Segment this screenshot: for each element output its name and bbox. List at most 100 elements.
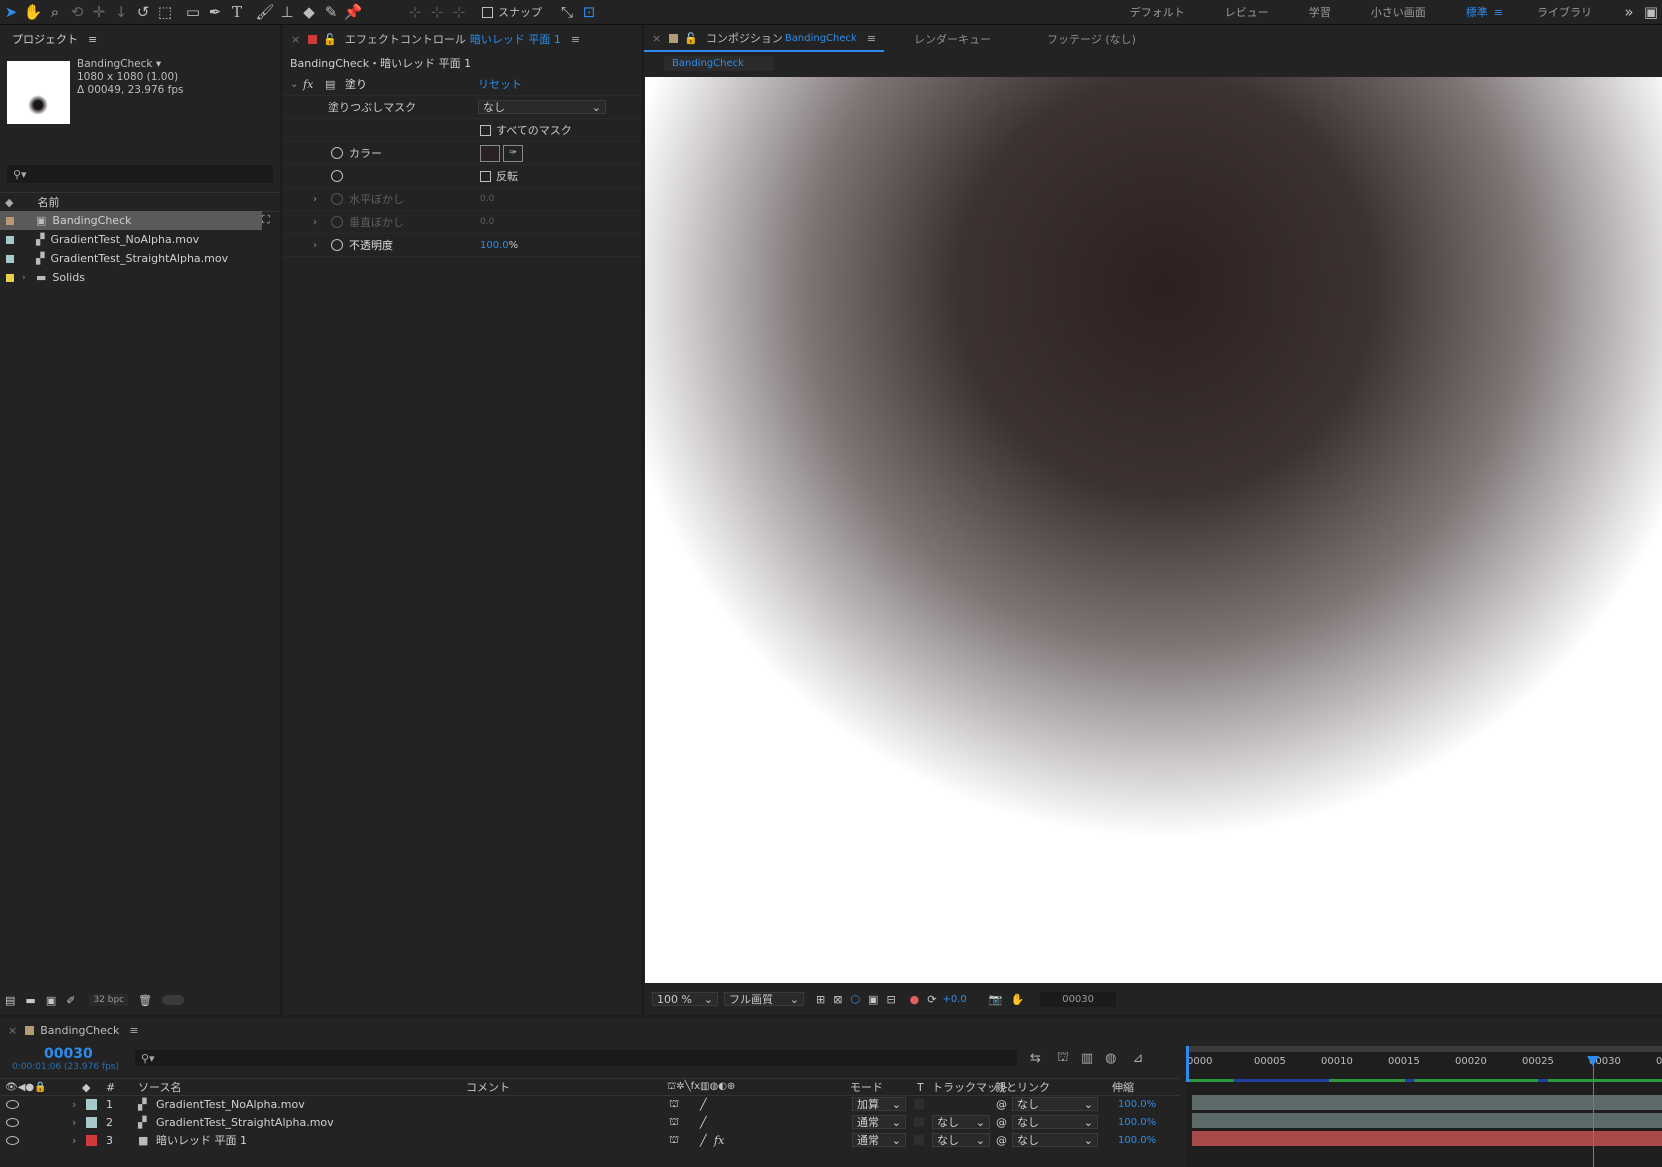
- reset-exposure-icon[interactable]: ⟳: [927, 993, 936, 1006]
- workspace-1[interactable]: レビュー: [1225, 4, 1269, 20]
- graph-editor-icon[interactable]: ⊿: [1133, 1051, 1144, 1066]
- opacity-value[interactable]: 100.0: [480, 240, 509, 251]
- layer-duration-bar[interactable]: [1192, 1113, 1662, 1128]
- layer-source-name[interactable]: 暗いレッド 平面 1: [156, 1132, 247, 1148]
- roto-brush-tool-icon[interactable]: ✎: [320, 1, 342, 23]
- snap-checkbox[interactable]: [482, 6, 493, 18]
- project-item[interactable]: › ▬ Solids: [0, 268, 262, 287]
- blend-mode-dropdown[interactable]: 通常 ⌄: [852, 1115, 906, 1129]
- label-column-icon[interactable]: ◆: [82, 1081, 90, 1094]
- close-tab-icon[interactable]: ×: [652, 32, 661, 45]
- eye-icon[interactable]: [6, 1117, 19, 1127]
- playhead-handle[interactable]: [1587, 1056, 1599, 1066]
- quality-switch-icon[interactable]: ╱: [700, 1098, 707, 1111]
- workspace-menu-icon[interactable]: ≡: [1494, 6, 1503, 19]
- close-tab-icon[interactable]: ×: [8, 1024, 17, 1037]
- panel-menu-icon[interactable]: ≡: [571, 33, 580, 46]
- layer-source-name[interactable]: GradientTest_NoAlpha.mov: [156, 1098, 305, 1111]
- layer-duration-bar[interactable]: [1192, 1131, 1662, 1146]
- region-of-interest-icon[interactable]: ▣: [868, 993, 878, 1006]
- rectangle-tool-icon[interactable]: ▭: [182, 1, 204, 23]
- color-swatch[interactable]: [480, 144, 500, 162]
- mask-path-icon[interactable]: ⬡: [850, 993, 860, 1006]
- layer-label-swatch[interactable]: [86, 1134, 97, 1146]
- stopwatch-icon[interactable]: [331, 170, 343, 182]
- label-color-swatch[interactable]: [6, 216, 14, 225]
- work-area-start[interactable]: [1186, 1046, 1189, 1082]
- twirl-closed-icon[interactable]: ›: [313, 240, 317, 251]
- project-item[interactable]: ▞ GradientTest_NoAlpha.mov: [0, 230, 262, 249]
- work-area-bar[interactable]: [1186, 1046, 1662, 1052]
- motion-blur-icon[interactable]: ◍: [1105, 1051, 1116, 1066]
- label-column-icon[interactable]: ◆: [5, 196, 13, 209]
- shy-layers-icon[interactable]: ⛫: [1057, 1050, 1069, 1067]
- exposure-value[interactable]: +0.0: [943, 994, 967, 1005]
- brush-tool-icon[interactable]: 🖌: [254, 1, 276, 23]
- snap-toggle[interactable]: スナップ: [482, 4, 542, 20]
- pick-whip-icon[interactable]: @: [996, 1098, 1007, 1111]
- source-name-header[interactable]: ソース名: [138, 1079, 181, 1095]
- frame-blending-icon[interactable]: ▥: [1081, 1051, 1093, 1066]
- invert-checkbox[interactable]: [480, 170, 491, 182]
- render-queue-tab[interactable]: レンダーキュー: [906, 25, 999, 53]
- twirl-closed-icon[interactable]: ›: [313, 194, 317, 205]
- eye-icon[interactable]: [6, 1099, 19, 1109]
- effect-controls-layer-name[interactable]: 暗いレッド 平面 1: [470, 31, 561, 47]
- track-matte-dropdown[interactable]: なし ⌄: [932, 1133, 990, 1147]
- delete-icon[interactable]: 🗑: [138, 994, 152, 1007]
- current-time-indicator[interactable]: [1593, 1056, 1594, 1167]
- viewer-timecode[interactable]: 00030: [1040, 991, 1117, 1007]
- twirl-closed-icon[interactable]: ›: [72, 1098, 76, 1111]
- project-search-input[interactable]: ⚲▾: [7, 165, 273, 183]
- layer-duration-bar[interactable]: [1192, 1095, 1662, 1110]
- transparency-grid-icon[interactable]: ⊠: [833, 993, 842, 1006]
- fast-preview-icon[interactable]: ⊞: [816, 993, 825, 1006]
- snapshot-icon[interactable]: 📷: [989, 993, 1003, 1006]
- label-color-swatch[interactable]: [6, 273, 14, 282]
- workspace-4[interactable]: 標準: [1466, 4, 1488, 20]
- layer-source-name[interactable]: GradientTest_StraightAlpha.mov: [156, 1116, 334, 1129]
- zoom-dropdown[interactable]: 100 % ⌄: [652, 992, 718, 1006]
- axis-local-icon[interactable]: ⊹: [404, 1, 426, 23]
- stretch-value[interactable]: 100.0%: [1118, 1099, 1156, 1110]
- selection-tool-icon[interactable]: ➤: [0, 1, 22, 23]
- pan-camera-icon[interactable]: ✛: [88, 1, 110, 23]
- twirl-closed-icon[interactable]: ›: [313, 217, 317, 228]
- current-time-display[interactable]: 00030: [44, 1046, 119, 1062]
- parent-dropdown[interactable]: なし ⌄: [1012, 1115, 1098, 1129]
- eye-icon[interactable]: [6, 1135, 19, 1145]
- show-snapshot-icon[interactable]: ✋: [1011, 993, 1025, 1006]
- type-tool-icon[interactable]: T: [226, 1, 248, 23]
- preserve-transparency-checkbox[interactable]: [914, 1099, 924, 1109]
- stopwatch-icon[interactable]: [331, 239, 343, 251]
- effect-header-row[interactable]: ⌄ fx ▤ 塗り リセット: [283, 73, 641, 96]
- label-color-swatch[interactable]: [6, 235, 14, 244]
- mode-header[interactable]: モード: [850, 1079, 883, 1095]
- comp-viewer[interactable]: [645, 77, 1662, 983]
- quality-switch-icon[interactable]: ╱: [700, 1116, 707, 1129]
- timeline-layer-row[interactable]: › 2 ▞ GradientTest_StraightAlpha.mov ⛫ ╱ 通常 ⌄ なし…: [0, 1113, 1180, 1131]
- stretch-value[interactable]: 100.0%: [1118, 1135, 1156, 1146]
- stopwatch-icon[interactable]: [331, 147, 343, 159]
- quality-dropdown[interactable]: フル画質 ⌄: [724, 992, 804, 1006]
- layer-label-swatch[interactable]: [86, 1116, 97, 1128]
- comp-mini-flowchart-icon[interactable]: ⇆: [1030, 1051, 1041, 1066]
- selected-item-name[interactable]: BandingCheck ▾: [77, 58, 184, 71]
- close-tab-icon[interactable]: ×: [291, 33, 300, 46]
- composition-tab[interactable]: × 🔓 コンポジション BandingCheck ≡: [644, 26, 885, 52]
- workspace-5[interactable]: ライブラリ: [1537, 4, 1592, 20]
- eraser-tool-icon[interactable]: ◆: [298, 1, 320, 23]
- stretch-header[interactable]: 伸縮: [1112, 1079, 1134, 1095]
- label-color-swatch[interactable]: [6, 254, 14, 263]
- lock-icon[interactable]: 🔓: [684, 32, 698, 45]
- timeline-layer-row[interactable]: › 3 ■ 暗いレッド 平面 1 ⛫ ╱ fx 通常 ⌄ なし ⌄ @ なし ⌄ 100.0%: [0, 1131, 1180, 1149]
- quality-switch-icon[interactable]: ╱: [700, 1134, 707, 1147]
- pick-whip-icon[interactable]: @: [996, 1134, 1007, 1147]
- shy-switch-icon[interactable]: ⛫: [669, 1115, 679, 1130]
- comp-subtab[interactable]: BandingCheck: [664, 55, 774, 71]
- layer-search-input[interactable]: ⚲▾: [135, 1050, 1017, 1066]
- thumbnail-slider[interactable]: [162, 995, 185, 1005]
- stretch-value[interactable]: 100.0%: [1118, 1117, 1156, 1128]
- twirl-closed-icon[interactable]: ›: [72, 1134, 76, 1147]
- orbit-camera-icon[interactable]: ⟲: [66, 1, 88, 23]
